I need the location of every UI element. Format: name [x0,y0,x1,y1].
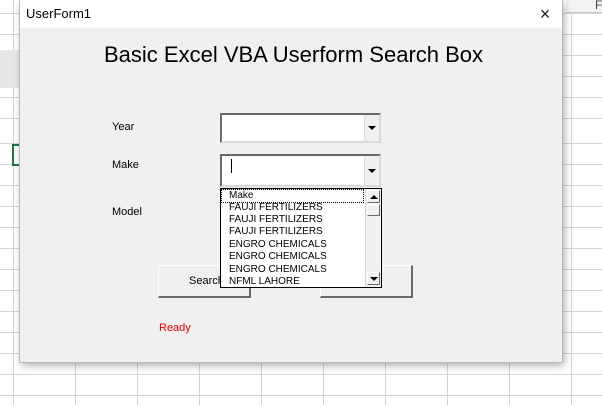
list-item[interactable]: FAUJI FERTILIZERS [229,214,323,226]
list-item[interactable]: NFML LAHORE [229,276,300,287]
make-combobox[interactable] [220,154,381,187]
list-item[interactable]: ENGRO CHEMICALS [229,251,327,263]
make-dropdown-button[interactable] [364,156,379,185]
grid-line [0,374,602,375]
title-bar[interactable]: UserForm1 × [20,0,562,28]
status-text: Ready [159,322,191,334]
year-dropdown-button[interactable] [364,115,379,141]
scroll-down-button[interactable] [367,272,380,285]
list-item[interactable]: Make [221,189,364,203]
text-cursor [231,159,232,173]
column-header-letter: F [595,0,602,12]
list-item[interactable]: FAUJI FERTILIZERS [229,226,323,238]
make-dropdown-list[interactable]: Make FAUJI FERTILIZERS FAUJI FERTILIZERS… [220,188,382,288]
list-item[interactable]: ENGRO CHEMICALS [229,239,327,251]
chevron-down-icon [368,168,376,173]
chevron-down-icon [370,276,378,281]
row-header [0,50,20,88]
chevron-down-icon [368,126,376,130]
form-heading: Basic Excel VBA Userform Search Box [104,42,484,67]
model-label: Model [112,206,142,218]
scroll-up-button[interactable] [367,190,380,203]
window-title: UserForm1 [26,6,92,21]
year-combobox[interactable] [220,113,381,143]
scroll-thumb[interactable] [367,204,380,216]
userform-window: UserForm1 × Basic Excel VBA Userform Sea… [20,0,562,362]
list-item[interactable]: FAUJI FERTILIZERS [229,202,323,214]
grid-line [0,395,602,396]
list-item[interactable]: ENGRO CHEMICALS [229,264,327,276]
chevron-up-icon [370,194,378,199]
year-label: Year [112,121,135,133]
search-button-label: Search [189,275,224,287]
grid-line [571,0,572,405]
close-icon[interactable]: × [528,0,562,28]
dropdown-scrollbar[interactable] [365,189,381,287]
make-label: Make [112,159,139,171]
